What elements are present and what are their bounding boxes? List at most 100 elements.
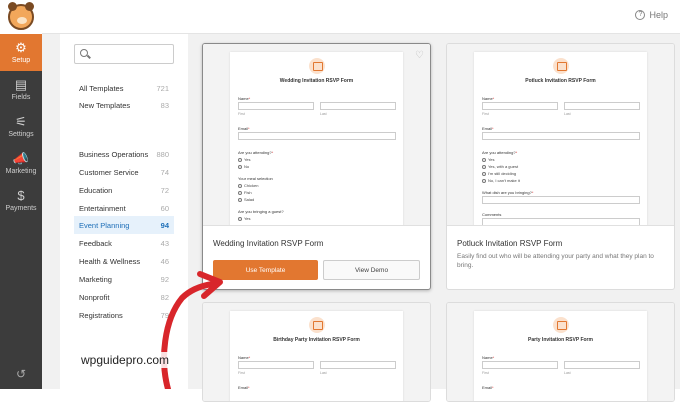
- category-label: All Templates: [79, 83, 124, 93]
- preview-first-input: [238, 102, 314, 110]
- template-search-input[interactable]: [74, 44, 174, 64]
- preview-option: Salad: [244, 197, 255, 202]
- category-label: Nonprofit: [79, 292, 110, 302]
- sidebar-item-label: Settings: [8, 131, 34, 138]
- sidebar-item-setup[interactable]: ⚙ Setup: [0, 34, 42, 71]
- template-preview: Potluck Invitation RSVP Form Name* First…: [447, 44, 674, 226]
- category-label: New Templates: [79, 100, 131, 110]
- category-event-planning[interactable]: Event Planning 94: [74, 216, 174, 234]
- preview-name-label: Name: [238, 96, 249, 101]
- calendar-icon: [308, 58, 325, 74]
- sidebar-item-label: Fields: [11, 94, 31, 101]
- sidebar-item-marketing[interactable]: 📣 Marketing: [0, 145, 42, 182]
- gear-icon: ⚙: [15, 40, 27, 55]
- category-count: 880: [156, 149, 169, 159]
- preview-last-sublabel: Last: [564, 371, 571, 375]
- help-link[interactable]: ? Help: [635, 10, 668, 20]
- preview-first-sublabel: First: [238, 112, 245, 116]
- revisions-icon[interactable]: ↺: [0, 367, 42, 381]
- preview-question: Your meal selection: [238, 176, 273, 181]
- preview-name-label: Name: [482, 96, 493, 101]
- preview-option: No: [244, 164, 250, 169]
- preview-first-input: [482, 361, 558, 369]
- view-demo-button[interactable]: View Demo: [323, 260, 420, 280]
- help-icon: ?: [635, 10, 646, 20]
- template-card-party[interactable]: Party Invitation RSVP Form Name* First L…: [446, 302, 675, 402]
- watermark-text: wpguidepro.com: [78, 352, 173, 368]
- preview-option: Chicken: [244, 183, 259, 188]
- template-description: Easily find out who will be attending yo…: [457, 253, 654, 269]
- preview-question: Comments: [482, 212, 502, 217]
- category-label: Event Planning: [79, 220, 130, 230]
- megaphone-icon: 📣: [12, 151, 30, 166]
- preview-option: Yes: [488, 157, 495, 162]
- search-icon: [80, 49, 88, 57]
- preview-last-input: [320, 361, 396, 369]
- preview-option: I'm still deciding: [488, 171, 517, 176]
- preview-last-input: [564, 361, 640, 369]
- form-preview-paper: Party Invitation RSVP Form Name* First L…: [474, 311, 647, 401]
- category-feedback[interactable]: Feedback 43: [74, 234, 174, 252]
- category-health-wellness[interactable]: Health & Wellness 46: [74, 252, 174, 270]
- category-label: Marketing: [79, 274, 112, 284]
- category-entertainment[interactable]: Entertainment 60: [74, 199, 174, 217]
- category-label: Customer Service: [79, 167, 139, 177]
- category-customer-service[interactable]: Customer Service 74: [74, 163, 174, 181]
- preview-email-input: [482, 132, 640, 140]
- preview-first-sublabel: First: [482, 112, 489, 116]
- top-bar: ? Help: [0, 0, 680, 34]
- category-label: Registrations: [79, 310, 123, 320]
- sidebar-item-settings[interactable]: ⚟ Settings: [0, 108, 42, 145]
- template-name: Wedding Invitation RSVP Form: [213, 239, 324, 248]
- preview-option: Yes, with a guest: [488, 164, 519, 169]
- wpforms-logo[interactable]: [0, 0, 42, 34]
- sliders-icon: ⚟: [15, 114, 27, 129]
- preview-question: Are you attending?: [482, 150, 516, 155]
- preview-last-sublabel: Last: [564, 112, 571, 116]
- builder-sidebar: ⚙ Setup ▤ Fields ⚟ Settings 📣 Marketing …: [0, 34, 42, 389]
- sidebar-item-fields[interactable]: ▤ Fields: [0, 71, 42, 108]
- sidebar-item-label: Marketing: [5, 168, 37, 175]
- preview-email-label: Email: [238, 126, 249, 131]
- preview-form-title: Wedding Invitation RSVP Form: [279, 78, 354, 84]
- template-grid: Wedding Invitation RSVP Form Name* First…: [188, 34, 680, 402]
- category-count: 43: [160, 238, 169, 248]
- favorite-heart-icon[interactable]: ♡: [415, 50, 424, 61]
- preview-dish-input: [482, 196, 640, 204]
- preview-form-title: Potluck Invitation RSVP Form: [525, 78, 596, 84]
- preview-option: Yes: [244, 157, 251, 162]
- preview-option: Yes: [244, 216, 251, 221]
- fields-icon: ▤: [14, 77, 28, 92]
- preview-last-sublabel: Last: [320, 112, 327, 116]
- sidebar-item-label: Payments: [5, 205, 37, 212]
- template-card-potluck[interactable]: Potluck Invitation RSVP Form Name* First…: [446, 43, 675, 290]
- preview-email-label: Email: [482, 126, 493, 131]
- preview-form-title: Party Invitation RSVP Form: [528, 337, 593, 343]
- template-card-wedding[interactable]: Wedding Invitation RSVP Form Name* First…: [202, 43, 431, 290]
- category-count: 83: [160, 100, 169, 110]
- preview-last-sublabel: Last: [320, 371, 327, 375]
- sidebar-item-payments[interactable]: $ Payments: [0, 182, 42, 219]
- preview-option: Fish: [244, 190, 252, 195]
- category-education[interactable]: Education 72: [74, 181, 174, 199]
- category-count: 721: [156, 83, 169, 93]
- preview-last-input: [564, 102, 640, 110]
- category-label: Health & Wellness: [79, 256, 141, 266]
- form-preview-paper: Potluck Invitation RSVP Form Name* First…: [474, 52, 647, 225]
- preview-name-label: Name: [482, 355, 493, 360]
- category-count: 72: [160, 185, 169, 195]
- category-label: Education: [79, 185, 113, 195]
- sidebar-item-label: Setup: [11, 57, 31, 64]
- calendar-icon: [552, 58, 569, 74]
- template-preview: Wedding Invitation RSVP Form Name* First…: [203, 44, 430, 226]
- preview-last-input: [320, 102, 396, 110]
- gift-icon: [552, 317, 569, 333]
- category-business-operations[interactable]: Business Operations 880: [74, 145, 174, 163]
- template-name: Potluck Invitation RSVP Form: [457, 239, 563, 248]
- preview-first-input: [238, 361, 314, 369]
- help-label: Help: [649, 10, 668, 20]
- bear-mascot-icon: [8, 2, 34, 30]
- category-all-templates[interactable]: All Templates 721: [74, 79, 174, 97]
- category-new-templates[interactable]: New Templates 83: [74, 96, 174, 114]
- preview-first-sublabel: First: [482, 371, 489, 375]
